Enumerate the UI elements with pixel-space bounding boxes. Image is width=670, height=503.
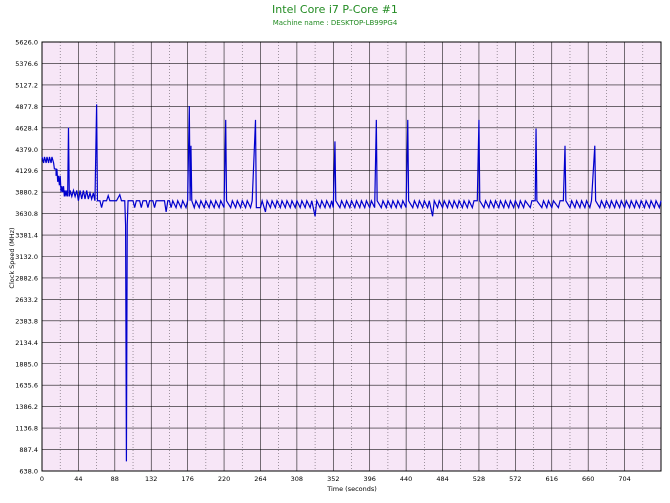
x-tick-label: 88 xyxy=(111,475,119,483)
x-tick-label: 220 xyxy=(218,475,230,483)
x-axis-label: Time (seconds) xyxy=(326,485,377,493)
x-tick-label: 308 xyxy=(291,475,303,483)
y-tick-label: 1635.6 xyxy=(15,382,38,390)
x-tick-label: 616 xyxy=(546,475,558,483)
x-tick-label: 660 xyxy=(582,475,594,483)
y-tick-label: 4877.8 xyxy=(15,103,38,111)
y-tick-label: 2882.6 xyxy=(15,274,38,282)
y-tick-label: 2383.8 xyxy=(15,317,38,325)
x-tick-label: 704 xyxy=(618,475,630,483)
x-tick-label: 44 xyxy=(74,475,82,483)
x-tick-label: 0 xyxy=(40,475,44,483)
y-tick-label: 1885.0 xyxy=(15,360,38,368)
chart-title: Intel Core i7 P-Core #1 xyxy=(272,3,398,16)
y-tick-label: 1386.2 xyxy=(15,403,38,411)
x-tick-label: 528 xyxy=(473,475,485,483)
y-tick-label: 2134.4 xyxy=(15,339,38,347)
y-tick-label: 3381.4 xyxy=(15,232,38,240)
x-tick-label: 264 xyxy=(254,475,266,483)
x-tick-label: 484 xyxy=(436,475,448,483)
plot-area: 638.0 887.4 1136.8 1386.2 1635.6 1885.0 2134.4… xyxy=(15,39,662,483)
y-tick-label: 2633.2 xyxy=(15,296,38,304)
x-tick-label: 176 xyxy=(181,475,193,483)
y-tick-label: 638.0 xyxy=(19,468,38,476)
x-tick-label: 132 xyxy=(145,475,157,483)
y-tick-label: 3132.0 xyxy=(15,253,38,261)
x-tick-label: 352 xyxy=(327,475,339,483)
chart: Intel Core i7 P-Core #1 Machine name : D… xyxy=(8,3,662,493)
y-tick-label: 3880.2 xyxy=(15,189,38,197)
x-tick-label: 396 xyxy=(363,475,375,483)
y-tick-label: 887.4 xyxy=(19,446,38,454)
y-tick-label: 4379.0 xyxy=(15,146,38,154)
x-tick-label: 572 xyxy=(509,475,521,483)
y-tick-label: 3630.8 xyxy=(15,210,38,218)
y-tick-label: 4628.4 xyxy=(15,124,38,132)
y-axis-label: Clock Speed (MHz) xyxy=(8,227,16,288)
y-tick-label: 5127.2 xyxy=(15,81,38,89)
y-tick-label: 5376.6 xyxy=(15,60,38,68)
chart-subtitle: Machine name : DESKTOP-LB99PG4 xyxy=(273,19,398,27)
x-tick-label: 440 xyxy=(400,475,412,483)
y-tick-label: 1136.8 xyxy=(15,425,38,433)
y-tick-label: 5626.0 xyxy=(15,39,38,47)
y-tick-label: 4129.6 xyxy=(15,167,38,175)
